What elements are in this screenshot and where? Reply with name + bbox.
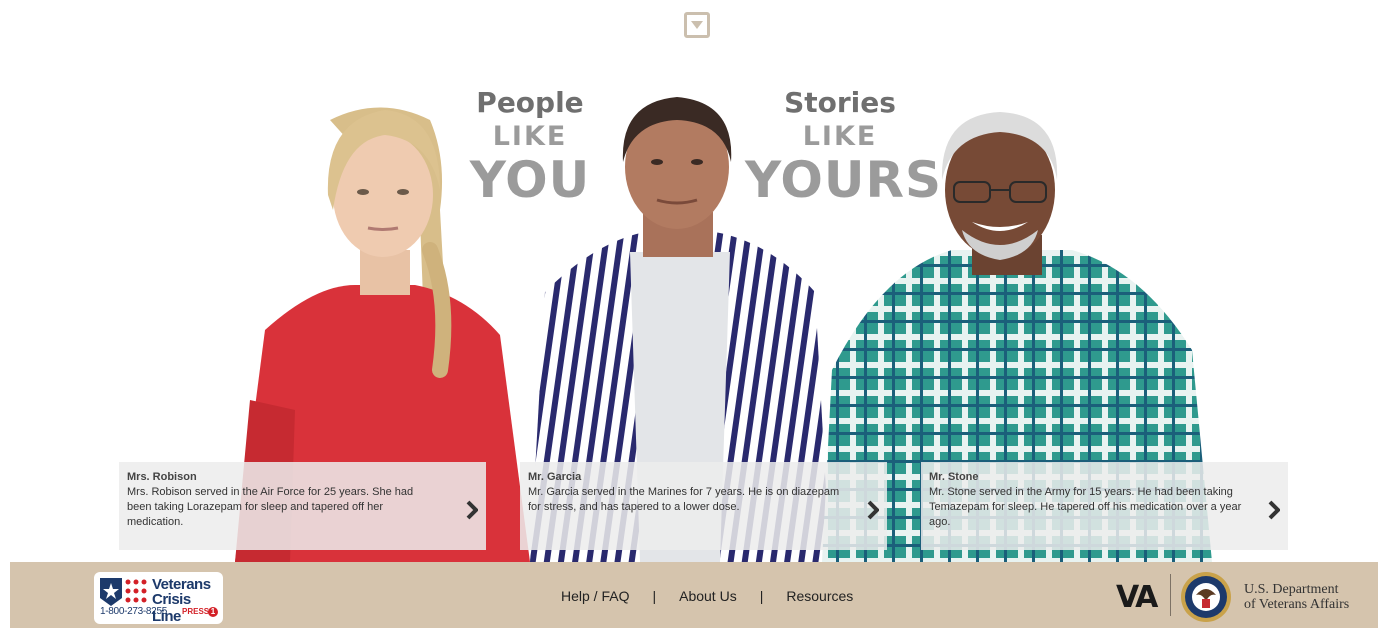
nav-separator: | xyxy=(759,588,764,604)
story-text: Mr. Garcia served in the Marines for 7 y… xyxy=(528,486,840,513)
story-card-stone[interactable]: Mr. Stone Mr. Stone served in the Army f… xyxy=(921,462,1288,550)
collapse-toggle-button[interactable] xyxy=(684,12,710,38)
crisis-flag-icon xyxy=(100,578,122,606)
va-dept-line2: of Veterans Affairs xyxy=(1244,597,1350,612)
nav-resources[interactable]: Resources xyxy=(786,588,853,604)
chevron-right-icon[interactable] xyxy=(863,498,883,522)
story-text: Mr. Stone served in the Army for 15 year… xyxy=(929,486,1242,528)
story-name: Mr. Stone xyxy=(929,471,979,483)
footer: Veterans Crisis Line 1-800-273-8255 PRES… xyxy=(10,562,1378,628)
veterans-crisis-line-badge[interactable]: Veterans Crisis Line 1-800-273-8255 PRES… xyxy=(94,572,223,625)
va-dept-line1: U.S. Department xyxy=(1244,582,1339,597)
logo-divider xyxy=(1170,574,1171,616)
story-name: Mr. Garcia xyxy=(528,471,582,483)
story-name: Mrs. Robison xyxy=(127,471,197,483)
crisis-line-press: PRESS xyxy=(182,607,210,616)
chevron-right-icon[interactable] xyxy=(462,498,482,522)
story-text: Mrs. Robison served in the Air Force for… xyxy=(127,486,414,528)
nav-separator: | xyxy=(652,588,657,604)
footer-nav: Help / FAQ | About Us | Resources xyxy=(561,588,853,604)
va-seal-icon[interactable] xyxy=(1180,571,1232,623)
crisis-dots-icon xyxy=(125,579,147,603)
chevron-down-icon xyxy=(691,21,703,29)
va-logo[interactable]: VA xyxy=(1116,580,1158,615)
nav-about-us[interactable]: About Us xyxy=(679,588,737,604)
nav-help-faq[interactable]: Help / FAQ xyxy=(561,588,629,604)
va-department-name[interactable]: U.S. Department of Veterans Affairs xyxy=(1244,582,1349,612)
chevron-right-icon[interactable] xyxy=(1264,498,1284,522)
crisis-line-press-number: 1 xyxy=(208,607,218,617)
story-card-garcia[interactable]: Mr. Garcia Mr. Garcia served in the Mari… xyxy=(520,462,887,550)
crisis-line-phone: 1-800-273-8255 xyxy=(100,606,167,617)
story-card-robison[interactable]: Mrs. Robison Mrs. Robison served in the … xyxy=(119,462,486,550)
